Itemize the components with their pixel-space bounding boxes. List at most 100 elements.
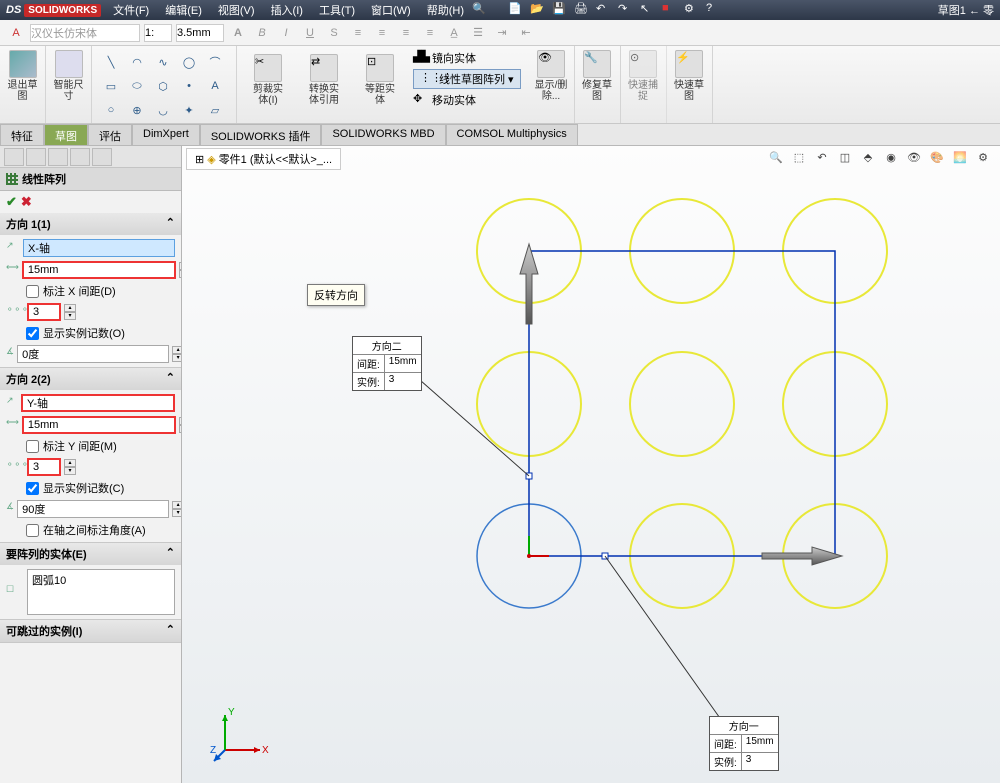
callout-direction2[interactable]: 方向二 间距:15mm 实例:3 [352, 336, 422, 391]
spin-up[interactable]: ▴ [172, 501, 182, 509]
tab-swaddin[interactable]: SOLIDWORKS 插件 [200, 124, 322, 145]
spin-up[interactable]: ▴ [64, 304, 76, 312]
reverse-dir2-icon[interactable]: ↗ [6, 395, 18, 411]
dimy-checkbox[interactable] [26, 440, 39, 453]
misc-icon[interactable]: ✦ [178, 100, 200, 120]
font-size-select[interactable] [144, 24, 172, 42]
menu-insert[interactable]: 插入(I) [271, 2, 303, 18]
spin-down[interactable]: ▾ [64, 467, 76, 475]
new-icon[interactable]: 📄 [508, 2, 524, 18]
c1-spacing-val[interactable]: 15mm [742, 735, 778, 752]
tab-swmbd[interactable]: SOLIDWORKS MBD [321, 124, 445, 145]
dir2-axis-input[interactable] [21, 394, 175, 412]
tab-dimxpert[interactable]: DimXpert [132, 124, 200, 145]
valign-top-icon[interactable]: ≡ [420, 23, 440, 43]
c2-spacing-val[interactable]: 15mm [385, 355, 421, 372]
linear-pattern-dropdown[interactable]: ⋮⋮⋮线性草图阵列 ▾ [413, 69, 521, 89]
list-icon[interactable]: ☰ [468, 23, 488, 43]
menu-tools[interactable]: 工具(T) [319, 2, 355, 18]
arc3-icon[interactable]: ◡ [152, 100, 174, 120]
dim-tab[interactable] [70, 148, 90, 166]
color-icon[interactable]: A̲ [444, 23, 464, 43]
appear-tab[interactable] [92, 148, 112, 166]
centerline-icon[interactable]: ⊕ [126, 100, 148, 120]
font-height[interactable] [176, 24, 224, 42]
fillet-icon[interactable]: ⌒ [204, 52, 226, 72]
font-style-icon[interactable]: A [6, 23, 26, 43]
menu-view[interactable]: 视图(V) [218, 2, 255, 18]
align-right-icon[interactable]: ≡ [396, 23, 416, 43]
menu-window[interactable]: 窗口(W) [371, 2, 411, 18]
select-icon[interactable]: ↖ [640, 2, 656, 18]
spline-icon[interactable]: ∿ [152, 52, 174, 72]
slot-icon[interactable]: ⬭ [126, 76, 148, 96]
show-count1-checkbox[interactable] [26, 327, 39, 340]
trim-button[interactable]: ✂ 剪裁实体(I) [245, 50, 291, 119]
feature-tree-tab[interactable] [4, 148, 24, 166]
dir1-angle-input[interactable] [17, 345, 169, 363]
dir2-angle-input[interactable] [17, 500, 169, 518]
tab-evaluate[interactable]: 评估 [88, 124, 132, 145]
show-count2-checkbox[interactable] [26, 482, 39, 495]
dir1-count-input[interactable] [27, 303, 61, 321]
direction1-header[interactable]: 方向 1(1)⌃ [0, 213, 181, 235]
strike-icon[interactable]: S [324, 23, 344, 43]
quicksnap-button[interactable]: ⊙ 快速捕捉 [621, 46, 667, 123]
dir2-count-input[interactable] [27, 458, 61, 476]
menu-help[interactable]: 帮助(H) [427, 2, 464, 18]
c1-count-val[interactable]: 3 [742, 753, 776, 770]
exit-sketch-button[interactable]: 退出草图 [0, 46, 46, 123]
undo-icon[interactable]: ↶ [596, 2, 612, 18]
help-icon[interactable]: ? [706, 2, 722, 18]
direction2-header[interactable]: 方向 2(2)⌃ [0, 368, 181, 390]
convert-button[interactable]: ⇄ 转换实体引用 [301, 50, 347, 119]
font-select[interactable] [30, 24, 140, 42]
tab-comsol[interactable]: COMSOL Multiphysics [446, 124, 578, 145]
skip-header[interactable]: 可跳过的实例(I)⌃ [0, 620, 181, 642]
spin-down[interactable]: ▾ [172, 509, 182, 517]
entities-list[interactable]: 圆弧10 [27, 569, 175, 615]
underline-icon[interactable]: U [300, 23, 320, 43]
mirror-button[interactable]: ▟▙镜向实体 [413, 50, 521, 66]
reverse-dir1-icon[interactable]: ↗ [6, 240, 20, 256]
print-icon[interactable]: 🖨 [574, 2, 590, 18]
menu-edit[interactable]: 编辑(E) [165, 2, 202, 18]
repair-button[interactable]: 🔧 修复草图 [575, 46, 621, 123]
rebuild-icon[interactable]: ■ [662, 2, 678, 18]
spin-up[interactable]: ▴ [64, 459, 76, 467]
search-icon[interactable]: 🔍 [472, 2, 488, 18]
offset-button[interactable]: ⊡ 等距实体 [357, 50, 403, 119]
polygon-icon[interactable]: ⬡ [152, 76, 174, 96]
bold-icon[interactable]: A [228, 23, 248, 43]
redo-icon[interactable]: ↷ [618, 2, 634, 18]
entities-header[interactable]: 要阵列的实体(E)⌃ [0, 543, 181, 565]
axis-triad[interactable]: X Y Z [210, 705, 270, 765]
outdent-icon[interactable]: ⇤ [516, 23, 536, 43]
dir1-spacing-input[interactable] [22, 261, 176, 279]
arc-icon[interactable]: ◠ [126, 52, 148, 72]
dimx-checkbox[interactable] [26, 285, 39, 298]
plane-icon[interactable]: ▱ [204, 100, 226, 120]
rect-icon[interactable]: ▭ [100, 76, 122, 96]
config-tab[interactable] [48, 148, 68, 166]
tab-feature[interactable]: 特征 [0, 124, 44, 145]
spin-down[interactable]: ▾ [64, 312, 76, 320]
tab-sketch[interactable]: 草图 [44, 124, 88, 145]
italic2-icon[interactable]: I [276, 23, 296, 43]
dir1-axis-input[interactable] [23, 239, 175, 257]
spin-down[interactable]: ▾ [172, 354, 182, 362]
between-axes-checkbox[interactable] [26, 524, 39, 537]
dir2-spacing-input[interactable] [22, 416, 176, 434]
save-icon[interactable]: 💾 [552, 2, 568, 18]
point-icon[interactable]: • [178, 76, 200, 96]
c2-count-val[interactable]: 3 [385, 373, 419, 390]
align-left-icon[interactable]: ≡ [348, 23, 368, 43]
display-button[interactable]: 👁 显示/删除... [529, 46, 575, 123]
property-tab[interactable] [26, 148, 46, 166]
line-icon[interactable]: ╲ [100, 52, 122, 72]
spin-up[interactable]: ▴ [172, 346, 182, 354]
smart-dimension-button[interactable]: 智能尺寸 [46, 46, 92, 123]
text-icon[interactable]: A [204, 76, 226, 96]
circle-icon[interactable]: ○ [100, 100, 122, 120]
align-center-icon[interactable]: ≡ [372, 23, 392, 43]
